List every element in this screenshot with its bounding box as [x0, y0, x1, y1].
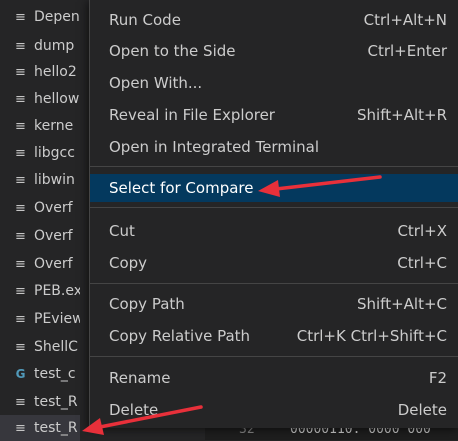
- menu-item-cut[interactable]: Cut Ctrl+X: [90, 217, 458, 245]
- file-name: Overf: [34, 200, 73, 216]
- file-item[interactable]: ≡ dump: [0, 33, 80, 59]
- lines-file-icon: ≡: [15, 256, 26, 272]
- menu-separator: [90, 207, 458, 208]
- lines-file-icon: ≡: [15, 200, 26, 216]
- menu-item-shortcut: Ctrl+C: [397, 254, 447, 272]
- file-item[interactable]: ≡ PEB.ex: [0, 278, 80, 304]
- file-name: test_R: [34, 420, 78, 436]
- file-name: kerne: [34, 118, 74, 134]
- file-item-selected[interactable]: ≡ test_R: [0, 415, 80, 441]
- file-name: dump: [34, 38, 75, 54]
- lines-file-icon: ≡: [15, 420, 26, 436]
- menu-item-label: Open With...: [109, 74, 203, 92]
- menu-item-label: Copy Path: [109, 295, 185, 313]
- menu-item-copy-path[interactable]: Copy Path Shift+Alt+C: [90, 290, 458, 318]
- menu-item-label: Copy: [109, 254, 148, 272]
- file-name: PEB.ex: [34, 283, 80, 299]
- menu-separator: [90, 166, 458, 167]
- file-item[interactable]: ≡ Overf: [0, 195, 80, 221]
- menu-item-copy-relative-path[interactable]: Copy Relative Path Ctrl+K Ctrl+Shift+C: [90, 322, 458, 350]
- file-item[interactable]: G test_c: [0, 361, 80, 387]
- file-name: libwin: [34, 172, 75, 188]
- file-item[interactable]: ≡ Overf: [0, 223, 80, 249]
- line-number: 32: [239, 426, 255, 437]
- lines-file-icon: ≡: [15, 311, 26, 327]
- file-item[interactable]: ≡ test_R: [0, 389, 80, 415]
- menu-item-shortcut: Ctrl+Enter: [367, 42, 447, 60]
- menu-item-shortcut: Shift+Alt+R: [357, 106, 447, 124]
- menu-item-shortcut: Ctrl+K Ctrl+Shift+C: [296, 327, 447, 345]
- menu-item-label: Open in Integrated Terminal: [109, 138, 319, 156]
- file-name: PEview: [34, 311, 80, 327]
- file-item[interactable]: ≡ hello2: [0, 59, 80, 85]
- menu-item-delete[interactable]: Delete Delete: [90, 396, 458, 424]
- menu-item-shortcut: Shift+Alt+C: [356, 295, 447, 313]
- editor-pane: 32 00000110: 0000 000: [205, 426, 458, 440]
- file-name: ShellC: [34, 339, 78, 355]
- menu-item-label: Run Code: [109, 11, 181, 29]
- menu-item-label: Open to the Side: [109, 42, 236, 60]
- file-item[interactable]: ≡ Depen: [0, 4, 80, 30]
- file-name: hello2: [34, 64, 77, 80]
- menu-separator: [90, 356, 458, 357]
- menu-item-shortcut: F2: [428, 369, 447, 387]
- lines-file-icon: ≡: [15, 339, 26, 355]
- lines-file-icon: ≡: [15, 394, 26, 410]
- menu-item-rename[interactable]: Rename F2: [90, 364, 458, 392]
- file-item[interactable]: ≡ hellow: [0, 86, 80, 112]
- menu-item-label: Select for Compare: [109, 179, 254, 197]
- file-name: test_c: [34, 366, 76, 382]
- file-item[interactable]: ≡ ShellC: [0, 334, 80, 360]
- file-name: Depen: [34, 9, 80, 25]
- menu-item-label: Copy Relative Path: [109, 327, 251, 345]
- lines-file-icon: ≡: [15, 145, 26, 161]
- menu-item-shortcut: Delete: [397, 401, 447, 419]
- menu-item-open-to-side[interactable]: Open to the Side Ctrl+Enter: [90, 37, 458, 65]
- menu-item-select-for-compare[interactable]: Select for Compare: [90, 174, 458, 202]
- lines-file-icon: ≡: [15, 91, 26, 107]
- cpp-file-icon: G: [15, 367, 26, 381]
- file-name: libgcc: [34, 145, 75, 161]
- menu-item-label: Cut: [109, 222, 135, 240]
- menu-item-open-with[interactable]: Open With...: [90, 69, 458, 97]
- menu-separator: [90, 283, 458, 284]
- context-menu: Run Code Ctrl+Alt+N Open to the Side Ctr…: [89, 0, 458, 428]
- lines-file-icon: ≡: [15, 283, 26, 299]
- file-item[interactable]: ≡ libgcc: [0, 140, 80, 166]
- file-explorer: ≡ Depen ≡ dump ≡ hello2 ≡ hellow ≡ kerne…: [0, 0, 80, 441]
- menu-item-label: Rename: [109, 369, 171, 387]
- menu-item-run-code[interactable]: Run Code Ctrl+Alt+N: [90, 6, 458, 34]
- menu-item-reveal-in-file-explorer[interactable]: Reveal in File Explorer Shift+Alt+R: [90, 101, 458, 129]
- file-item[interactable]: ≡ libwin: [0, 167, 80, 193]
- menu-item-shortcut: Ctrl+Alt+N: [363, 11, 447, 29]
- menu-item-open-in-terminal[interactable]: Open in Integrated Terminal: [90, 133, 458, 161]
- file-item[interactable]: ≡ Overf: [0, 251, 80, 277]
- menu-item-shortcut: Ctrl+X: [397, 222, 447, 240]
- lines-file-icon: ≡: [15, 118, 26, 134]
- file-name: test_R: [34, 394, 78, 410]
- code-line: 00000110: 0000 000: [290, 426, 431, 437]
- file-name: hellow: [34, 91, 80, 107]
- file-name: Overf: [34, 256, 73, 272]
- lines-file-icon: ≡: [15, 64, 26, 80]
- file-item[interactable]: ≡ kerne: [0, 113, 80, 139]
- menu-item-label: Delete: [109, 401, 159, 419]
- file-item[interactable]: ≡ PEview: [0, 306, 80, 332]
- lines-file-icon: ≡: [15, 228, 26, 244]
- menu-item-copy[interactable]: Copy Ctrl+C: [90, 249, 458, 277]
- file-name: Overf: [34, 228, 73, 244]
- menu-item-label: Reveal in File Explorer: [109, 106, 275, 124]
- lines-file-icon: ≡: [15, 38, 26, 54]
- lines-file-icon: ≡: [15, 9, 26, 25]
- lines-file-icon: ≡: [15, 172, 26, 188]
